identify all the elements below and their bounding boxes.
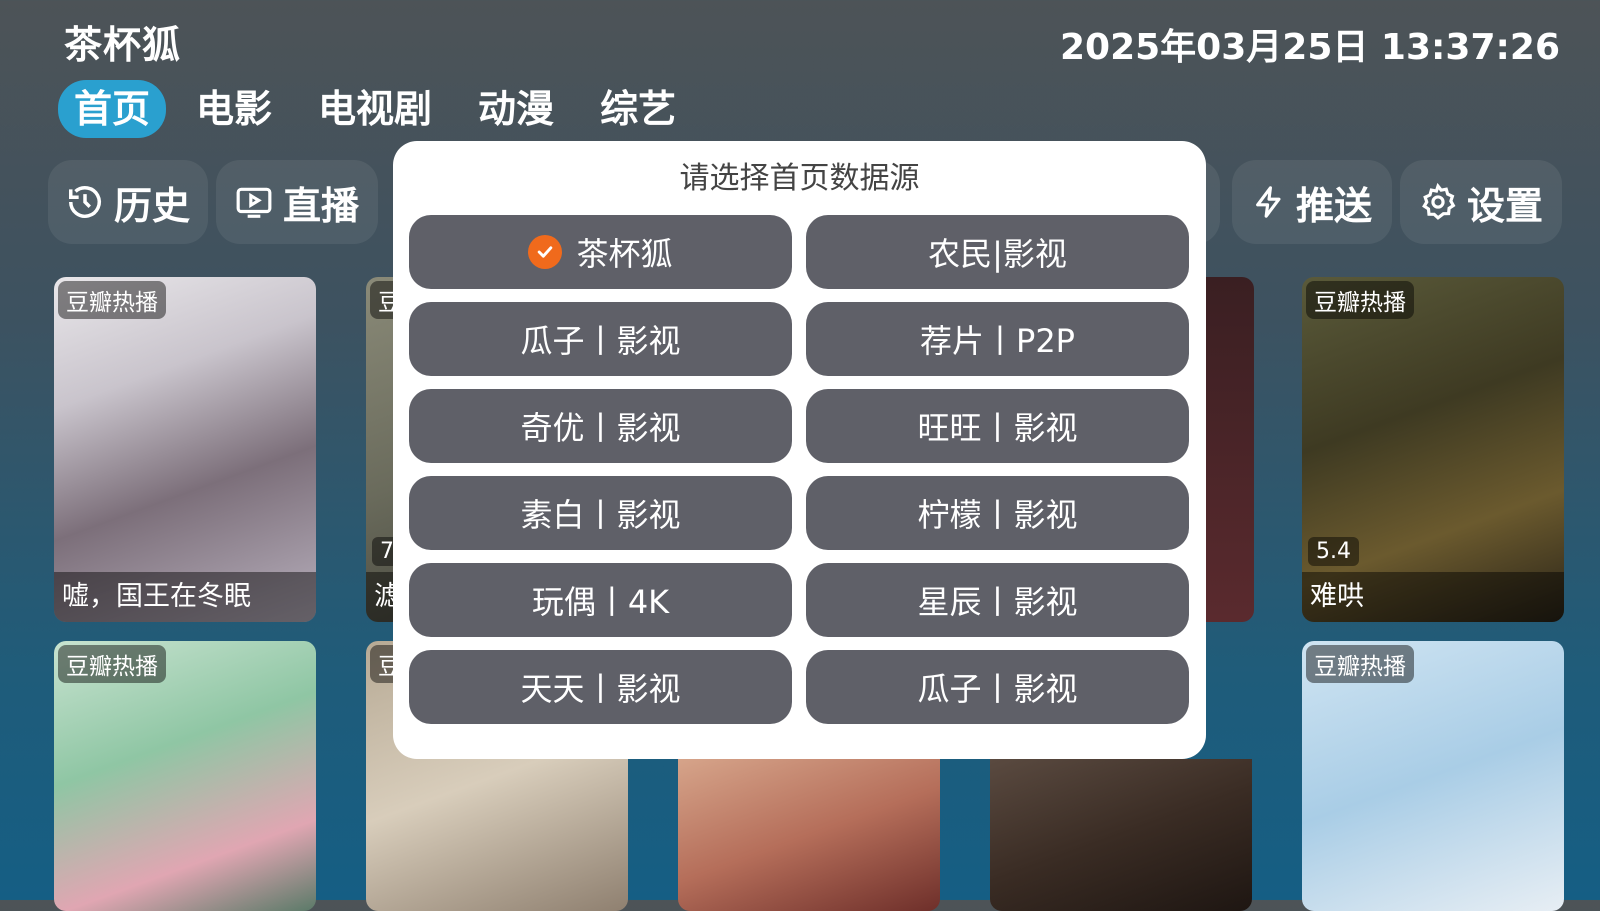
card-title: 嘘，国王在冬眠 bbox=[54, 572, 316, 622]
option-label: 星辰丨影视 bbox=[917, 583, 1078, 621]
tab-anime[interactable]: 动漫 bbox=[462, 80, 570, 138]
option-label: 天天丨影视 bbox=[520, 670, 681, 708]
option-label: 瓜子丨影视 bbox=[520, 322, 681, 360]
option-label: 素白丨影视 bbox=[520, 496, 681, 534]
option-label: 茶杯狐 bbox=[576, 235, 673, 273]
history-label: 历史 bbox=[113, 183, 190, 228]
data-source-dialog: 请选择首页数据源 茶杯狐 农民|影视 瓜子丨影视 荐片丨P2P 奇优丨影视 旺旺… bbox=[393, 141, 1206, 759]
gear-icon bbox=[1419, 183, 1457, 221]
douban-badge: 豆瓣热播 bbox=[1306, 281, 1414, 319]
source-option[interactable]: 玩偶丨4K bbox=[409, 563, 792, 637]
option-label: 农民|影视 bbox=[928, 235, 1067, 273]
source-option[interactable]: 瓜子丨影视 bbox=[409, 302, 792, 376]
poster-card[interactable] bbox=[990, 759, 1252, 911]
option-label: 旺旺丨影视 bbox=[917, 409, 1078, 447]
tab-home[interactable]: 首页 bbox=[58, 80, 167, 138]
source-option[interactable]: 农民|影视 bbox=[806, 215, 1189, 289]
source-option[interactable]: 素白丨影视 bbox=[409, 476, 792, 550]
source-option[interactable]: 旺旺丨影视 bbox=[806, 389, 1189, 463]
push-button[interactable]: 推送 bbox=[1232, 160, 1392, 244]
tab-movies[interactable]: 电影 bbox=[180, 80, 288, 138]
dialog-title: 请选择首页数据源 bbox=[679, 161, 920, 196]
source-option[interactable]: 瓜子丨影视 bbox=[806, 650, 1189, 724]
source-option[interactable]: 天天丨影视 bbox=[409, 650, 792, 724]
option-label: 玩偶丨4K bbox=[531, 583, 670, 621]
douban-badge: 豆瓣热播 bbox=[58, 281, 166, 319]
top-nav: 首页 电影 电视剧 动漫 综艺 bbox=[58, 80, 706, 138]
lightning-icon bbox=[1252, 183, 1286, 221]
poster-card[interactable]: 豆瓣热播 bbox=[54, 641, 316, 911]
app-title: 茶杯狐 bbox=[64, 23, 182, 67]
clock: 2025年03月25日 13:37:26 bbox=[1059, 27, 1560, 68]
source-option[interactable]: 柠檬丨影视 bbox=[806, 476, 1189, 550]
check-icon bbox=[528, 235, 563, 269]
tab-variety[interactable]: 综艺 bbox=[584, 80, 692, 138]
settings-button[interactable]: 设置 bbox=[1400, 160, 1562, 244]
settings-label: 设置 bbox=[1466, 183, 1543, 228]
option-label: 荐片丨P2P bbox=[920, 322, 1075, 360]
poster-card[interactable]: 豆瓣热播 嘘，国王在冬眠 bbox=[54, 277, 316, 622]
source-option[interactable]: 星辰丨影视 bbox=[806, 563, 1189, 637]
source-option[interactable]: 奇优丨影视 bbox=[409, 389, 792, 463]
history-button[interactable]: 历史 bbox=[48, 160, 208, 244]
rating-badge: 5.4 bbox=[1308, 537, 1359, 566]
poster-card[interactable]: 豆瓣热播 5.4 难哄 bbox=[1302, 277, 1564, 622]
live-label: 直播 bbox=[282, 183, 359, 228]
tab-tv-series[interactable]: 电视剧 bbox=[302, 80, 448, 138]
douban-badge: 豆瓣热播 bbox=[58, 645, 166, 683]
tv-icon bbox=[235, 183, 273, 221]
poster-card[interactable]: 豆瓣热播 bbox=[1302, 641, 1564, 911]
source-option[interactable]: 茶杯狐 bbox=[409, 215, 792, 289]
card-title: 难哄 bbox=[1302, 572, 1564, 622]
option-label: 奇优丨影视 bbox=[520, 409, 681, 447]
history-icon bbox=[66, 183, 104, 221]
option-label: 瓜子丨影视 bbox=[917, 670, 1078, 708]
poster-card[interactable] bbox=[678, 759, 940, 911]
source-option[interactable]: 荐片丨P2P bbox=[806, 302, 1189, 376]
live-button[interactable]: 直播 bbox=[216, 160, 378, 244]
douban-badge: 豆瓣热播 bbox=[1306, 645, 1414, 683]
push-label: 推送 bbox=[1295, 183, 1372, 228]
option-label: 柠檬丨影视 bbox=[917, 496, 1078, 534]
